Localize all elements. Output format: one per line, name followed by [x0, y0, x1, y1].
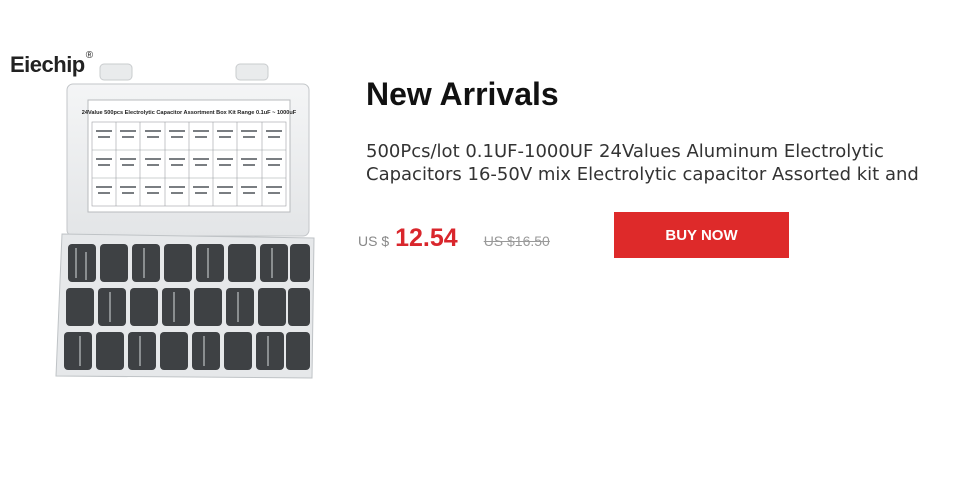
- current-price: 12.54: [395, 224, 458, 252]
- description-line-1: 500Pcs/lot 0.1UF-1000UF 24Values Aluminu…: [366, 141, 884, 162]
- currency-label: US $: [358, 233, 390, 249]
- original-price: US $16.50: [483, 233, 550, 249]
- registered-mark: ®: [85, 50, 93, 61]
- price-row: US $ 12.54 US $16.50: [358, 224, 550, 253]
- product-image[interactable]: 24Value 500pcs Electrolytic Capacitor As…: [40, 62, 330, 392]
- description-line-2: Capacitors 16-50V mix Electrolytic capac…: [366, 164, 919, 185]
- capacitor-compartments: [64, 244, 310, 370]
- buy-now-button[interactable]: BUY NOW: [614, 212, 789, 258]
- section-title: New Arrivals: [366, 76, 559, 112]
- product-description: 500Pcs/lot 0.1UF-1000UF 24Values Aluminu…: [366, 140, 926, 186]
- image-label-text: 24Value 500pcs Electrolytic Capacitor As…: [82, 110, 297, 116]
